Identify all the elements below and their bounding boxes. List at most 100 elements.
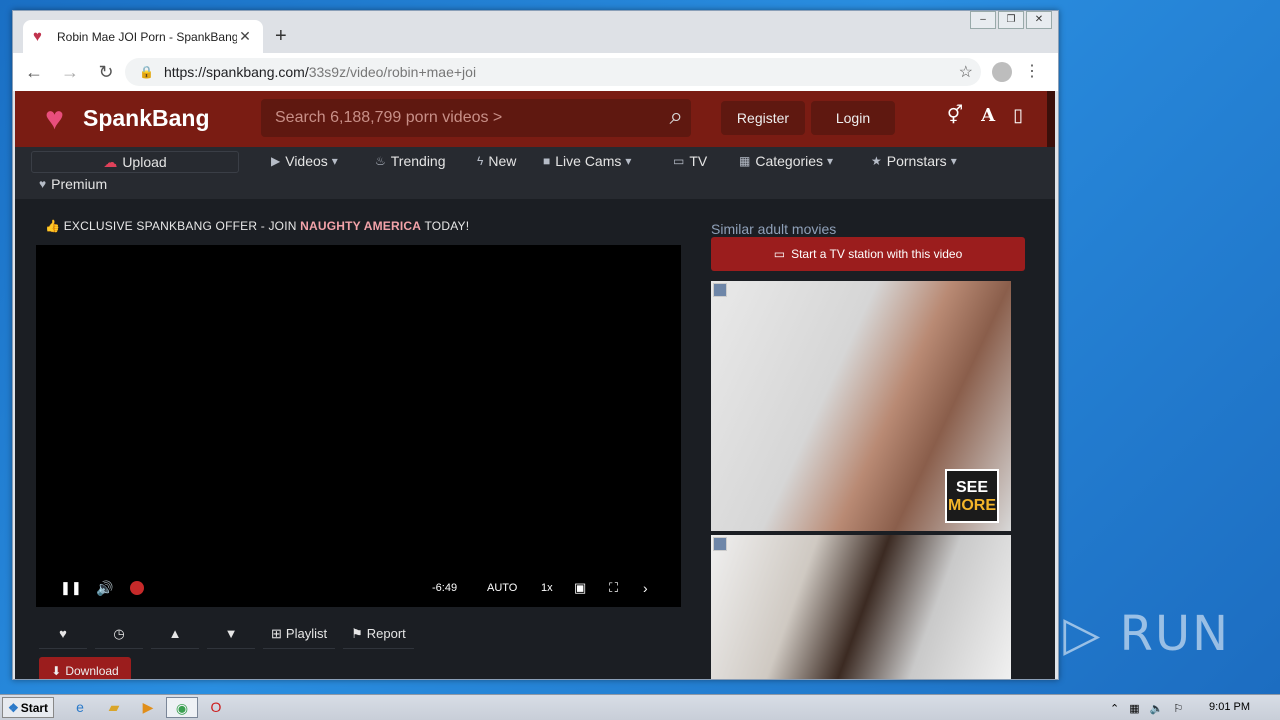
speed-selector[interactable]: 1x — [541, 582, 553, 594]
profile-avatar[interactable] — [992, 62, 1012, 82]
nav-premium[interactable]: ♥ Premium — [39, 176, 107, 192]
similar-heading: Similar adult movies — [711, 221, 837, 237]
see-more-badge[interactable]: SEE MORE — [945, 469, 999, 523]
bookmark-star-icon[interactable]: ☆ — [959, 62, 973, 82]
play-icon: ▶ — [271, 154, 281, 168]
start-tv-station-button[interactable]: ▭ Start a TV station with this video — [711, 237, 1025, 271]
download-icon: ⬇ — [51, 664, 62, 678]
taskbar-apps: e ▰ ▶ ◉ O — [64, 697, 234, 718]
nav-pornstars[interactable]: ★ Pornstars ▾ — [871, 153, 962, 169]
search-input[interactable]: Search 6,188,799 porn videos > ⌕ — [261, 99, 691, 137]
tab-bar: ♥ Robin Mae JOI Porn - SpankBang ✕ + – ❐… — [13, 11, 1058, 53]
address-bar[interactable]: 🔒 https://spankbang.com/33s9z/video/robi… — [125, 58, 981, 86]
report-button[interactable]: ⚑ Report — [343, 619, 414, 649]
tray-expand-icon[interactable]: ⌃ — [1110, 702, 1119, 715]
favorite-button[interactable]: ♥ — [39, 619, 87, 649]
media-player-icon[interactable]: ▶ — [132, 697, 164, 718]
logo-heart-icon: ♥ — [45, 100, 64, 136]
taskbar: ❖ Start e ▰ ▶ ◉ O ⌃ ▦ 🔈 ⚐ 9:01 PM — [0, 694, 1280, 720]
chrome-icon[interactable]: ◉ — [166, 697, 198, 718]
flame-icon: ♨ — [375, 154, 386, 168]
start-button[interactable]: ❖ Start — [2, 697, 54, 718]
window-controls: – ❐ ✕ — [968, 11, 1052, 29]
main-nav: ☁ Upload ▶ Videos ▾ ♨ Trending ϟ New ■ Live C… — [15, 147, 1055, 199]
tv-icon: ▭ — [673, 154, 685, 168]
time-remaining: -6:49 — [432, 582, 458, 594]
new-tab-icon[interactable]: + — [275, 25, 287, 48]
nav-live-cams[interactable]: ■ Live Cams ▾ — [543, 153, 636, 169]
language-icon[interactable]: A — [981, 105, 995, 126]
nav-trending[interactable]: ♨ Trending — [375, 153, 446, 169]
heart-icon: ♥ — [39, 177, 47, 191]
fullscreen-icon[interactable]: ⛶ — [609, 580, 618, 596]
search-icon[interactable]: ⌕ — [670, 103, 683, 131]
gender-icon[interactable]: ⚥ — [947, 105, 963, 126]
watch-later-button[interactable]: ◷ — [95, 619, 143, 649]
favicon-heart-icon: ♥ — [33, 27, 42, 45]
video-actions: ♥ ◷ ▲ ▼ ⊞ Playlist ⚑ Report — [39, 619, 422, 649]
reload-icon[interactable]: ↻ — [91, 62, 121, 83]
mobile-icon[interactable]: ▯ — [1013, 105, 1023, 126]
opera-icon[interactable]: O — [200, 697, 232, 718]
volume-icon[interactable]: 🔊 — [96, 580, 113, 597]
like-button[interactable]: ▲ — [151, 619, 199, 649]
ie-icon[interactable]: e — [64, 697, 96, 718]
volume-tray-icon[interactable]: 🔈 — [1150, 702, 1164, 715]
thumbs-up-icon: ▲ — [168, 626, 182, 641]
grid-icon: ▦ — [739, 154, 751, 168]
camera-icon: ■ — [543, 154, 551, 168]
network-icon[interactable]: ▦ — [1129, 702, 1139, 715]
upload-cloud-icon: ☁ — [103, 153, 118, 170]
upload-button[interactable]: ☁ Upload — [31, 151, 239, 173]
nav-tv[interactable]: ▭ TV — [673, 153, 707, 169]
restore-icon[interactable]: ❐ — [998, 11, 1024, 29]
download-button[interactable]: ⬇ Download — [39, 657, 131, 679]
bolt-icon: ϟ — [477, 154, 484, 168]
video-thumbnail[interactable]: SEE MORE — [711, 281, 1011, 531]
lock-icon: 🔒 — [139, 65, 154, 79]
thumbnail-badge — [713, 283, 727, 297]
back-icon[interactable]: ← — [19, 62, 49, 83]
tv-icon: ▭ — [773, 247, 786, 261]
system-tray: ⌃ ▦ 🔈 ⚐ 9:01 PM — [1102, 695, 1280, 720]
player-controls: ❚❚ 🔊 -6:49 AUTO 1x ▣ ⛶ › — [50, 569, 670, 607]
playlist-button[interactable]: ⊞ Playlist — [263, 619, 336, 649]
nav-categories[interactable]: ▦ Categories ▾ — [739, 153, 838, 169]
heart-icon: ♥ — [59, 626, 67, 641]
minimize-icon[interactable]: – — [970, 11, 996, 29]
login-button[interactable]: Login — [811, 101, 895, 135]
video-player[interactable]: ❚❚ 🔊 -6:49 AUTO 1x ▣ ⛶ › — [36, 245, 681, 607]
thumbs-up-icon: 👍 — [45, 219, 61, 233]
dislike-button[interactable]: ▼ — [207, 619, 255, 649]
plus-icon: ⊞ — [271, 625, 282, 641]
forward-icon[interactable]: → — [55, 62, 85, 83]
main-content: 👍 EXCLUSIVE SPANKBANG OFFER - JOIN NAUGH… — [15, 199, 1055, 679]
windows-logo-icon: ❖ — [7, 700, 19, 715]
page-scrollbar[interactable] — [1047, 91, 1055, 147]
header-icons: ⚥ A ▯ — [929, 105, 1023, 126]
nav-new[interactable]: ϟ New — [477, 153, 516, 169]
record-icon[interactable] — [130, 581, 144, 595]
video-thumbnail[interactable] — [711, 535, 1011, 679]
pause-icon[interactable]: ❚❚ — [60, 580, 82, 596]
register-button[interactable]: Register — [721, 101, 805, 135]
close-tab-icon[interactable]: ✕ — [237, 28, 253, 45]
nav-videos[interactable]: ▶ Videos ▾ — [271, 153, 343, 169]
clock-icon: ◷ — [113, 625, 125, 641]
thumbs-down-icon: ▼ — [224, 626, 238, 641]
browser-toolbar: ← → ↻ 🔒 https://spankbang.com/33s9z/vide… — [13, 53, 1058, 91]
offer-banner[interactable]: 👍 EXCLUSIVE SPANKBANG OFFER - JOIN NAUGH… — [45, 219, 469, 233]
flag-tray-icon[interactable]: ⚐ — [1173, 702, 1183, 715]
site-header: ♥ SpankBang Search 6,188,799 porn videos… — [15, 91, 1055, 147]
next-icon[interactable]: › — [643, 580, 648, 596]
page-viewport: ♥ SpankBang Search 6,188,799 porn videos… — [15, 91, 1055, 679]
folder-icon[interactable]: ▰ — [98, 697, 130, 718]
pip-icon[interactable]: ▣ — [574, 580, 586, 596]
close-window-icon[interactable]: ✕ — [1026, 11, 1052, 29]
browser-menu-icon[interactable]: ⋮ — [1024, 61, 1040, 81]
quality-selector[interactable]: AUTO — [487, 582, 517, 594]
url-text: https://spankbang.com/33s9z/video/robin+… — [163, 64, 477, 80]
site-logo[interactable]: ♥ SpankBang — [45, 100, 210, 136]
browser-tab[interactable]: ♥ Robin Mae JOI Porn - SpankBang ✕ — [23, 20, 263, 53]
tab-title: Robin Mae JOI Porn - SpankBang — [57, 29, 237, 44]
